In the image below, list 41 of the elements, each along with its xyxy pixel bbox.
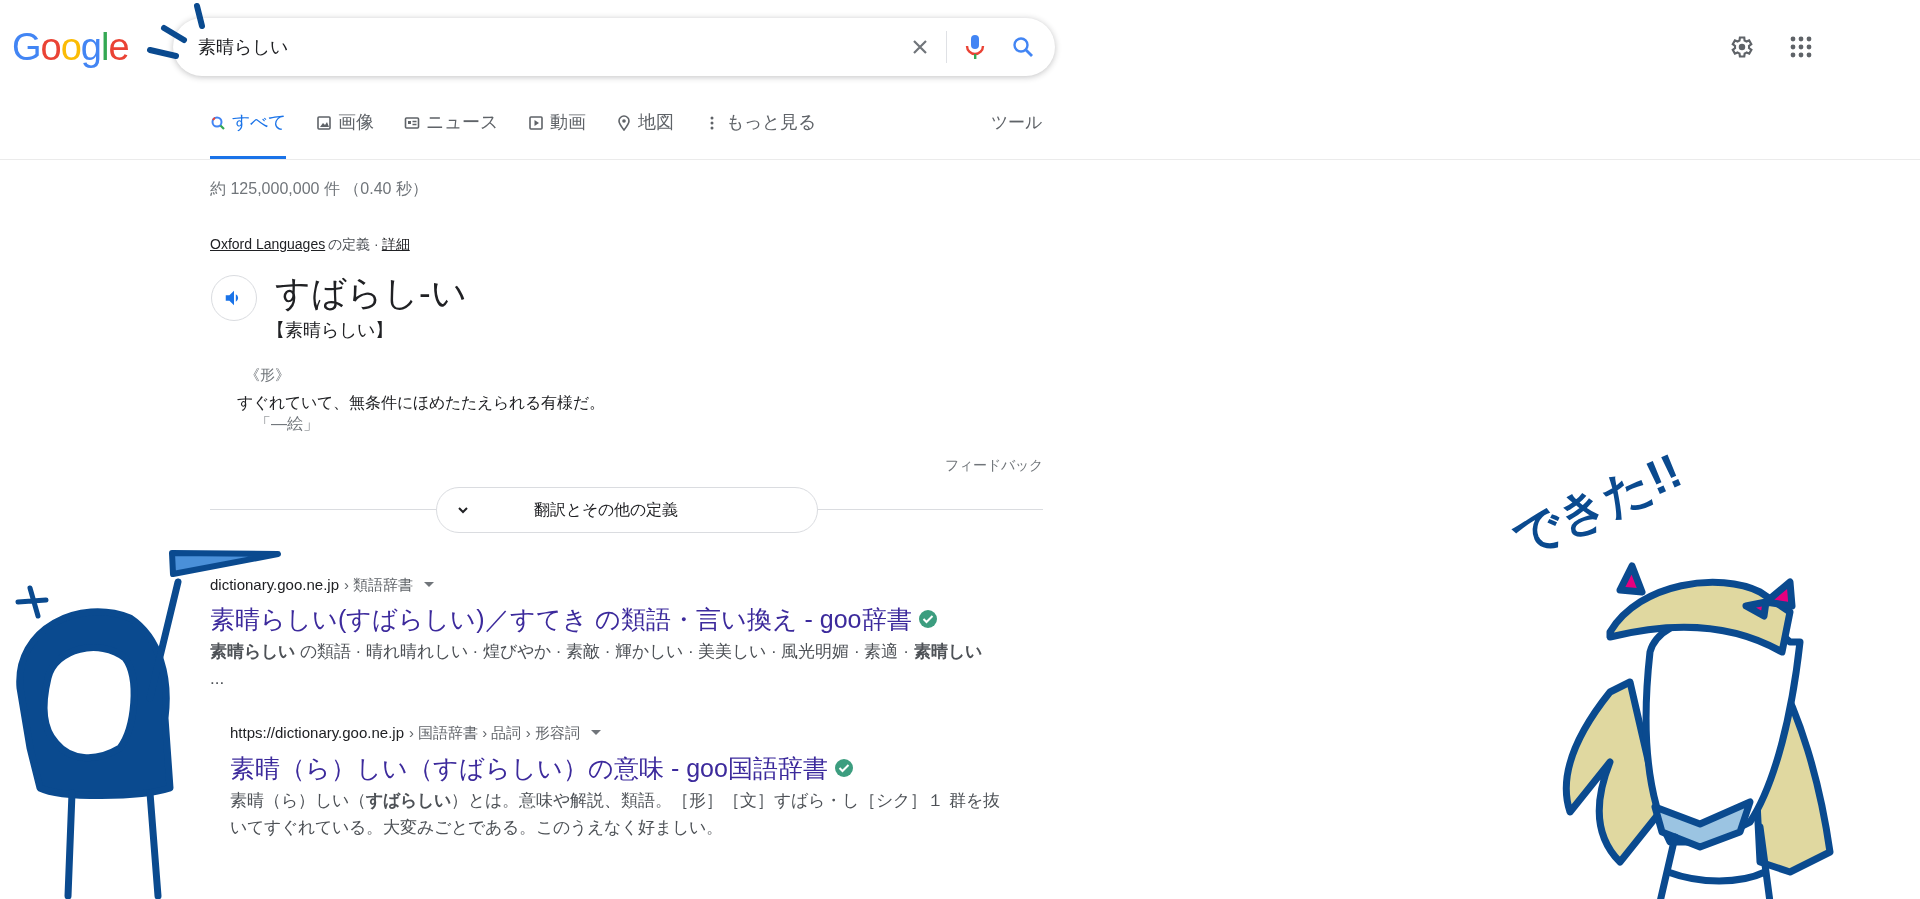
result-snippet: 素晴（ら）しい（すばらしい）とは。意味や解説、類語。［形］［文］すばら・し［シク］１ 群を抜いてすぐれている。大変みごとである。このうえなく好ましい。	[230, 789, 1001, 839]
settings-icon[interactable]	[1728, 34, 1754, 60]
headword: すばらし-い	[275, 272, 467, 314]
search-tab[interactable]: ニュース	[404, 89, 498, 159]
result-title-link[interactable]: 素晴らしい(すばらしい)／すてき の類語・言い換え - goo辞書	[210, 604, 912, 634]
result-stats: 約 125,000,000 件 （0.40 秒）	[210, 179, 429, 199]
search-tab[interactable]: すべて	[210, 89, 286, 159]
search-icon	[210, 114, 226, 131]
dropdown-arrow-icon[interactable]	[590, 730, 601, 737]
breadcrumb-text: › 国語辞書 › 品詞 › 形容詞	[409, 723, 580, 743]
dropdown-arrow-icon[interactable]	[424, 581, 435, 588]
kanji-spelling: 【素晴らしい】	[267, 319, 394, 342]
image-icon	[316, 114, 332, 131]
details-link[interactable]: 詳細	[381, 234, 410, 255]
caption-text: できた!!	[1503, 442, 1691, 567]
search-field[interactable]: 素晴らしい	[173, 18, 1055, 76]
search-tab[interactable]: 動画	[528, 89, 586, 159]
result-snippet: 素晴らしい の類語 · 晴れ晴れしい · 煌びやか · 素敵 · 輝かしい · 美美しい · 風光明媚 · 素適 · 素晴しい ...	[210, 641, 982, 690]
result-url: dictionary.goo.ne.jp	[210, 574, 339, 595]
play-icon	[528, 114, 544, 131]
newspaper-icon	[404, 114, 420, 131]
part-of-speech: 《形》	[245, 365, 291, 385]
definition-text: すぐれていて、無条件にほめたたえられる有様だ。	[237, 392, 606, 413]
source-text: の定義 ·	[328, 235, 379, 254]
more-definitions-button[interactable]: 翻訳とその他の定義	[435, 486, 818, 533]
search-tab[interactable]: もっと見る	[704, 89, 816, 159]
result-url: https://dictionary.goo.ne.jp	[230, 723, 404, 743]
map-pin-icon	[616, 114, 632, 131]
source-link[interactable]: Oxford Languages	[210, 234, 326, 255]
breadcrumb-text: › 類語辞書	[344, 574, 414, 595]
search-tab[interactable]: 画像	[316, 89, 374, 159]
google-logo[interactable]: Google	[0, 28, 173, 66]
feedback-link[interactable]: フィードバック	[945, 454, 1043, 476]
tools-tab[interactable]: ツール	[991, 89, 1042, 159]
search-icon[interactable]	[1011, 35, 1035, 59]
microphone-icon[interactable]	[963, 33, 987, 61]
example-text: 「—絵」	[255, 414, 320, 433]
search-tab[interactable]: 地図	[616, 89, 674, 159]
result-title-link[interactable]: 素晴（ら）しい（すばらしい）の意味 - goo国語辞書	[230, 752, 828, 783]
apps-icon[interactable]	[1790, 36, 1812, 58]
search-query: 素晴らしい	[198, 35, 289, 59]
